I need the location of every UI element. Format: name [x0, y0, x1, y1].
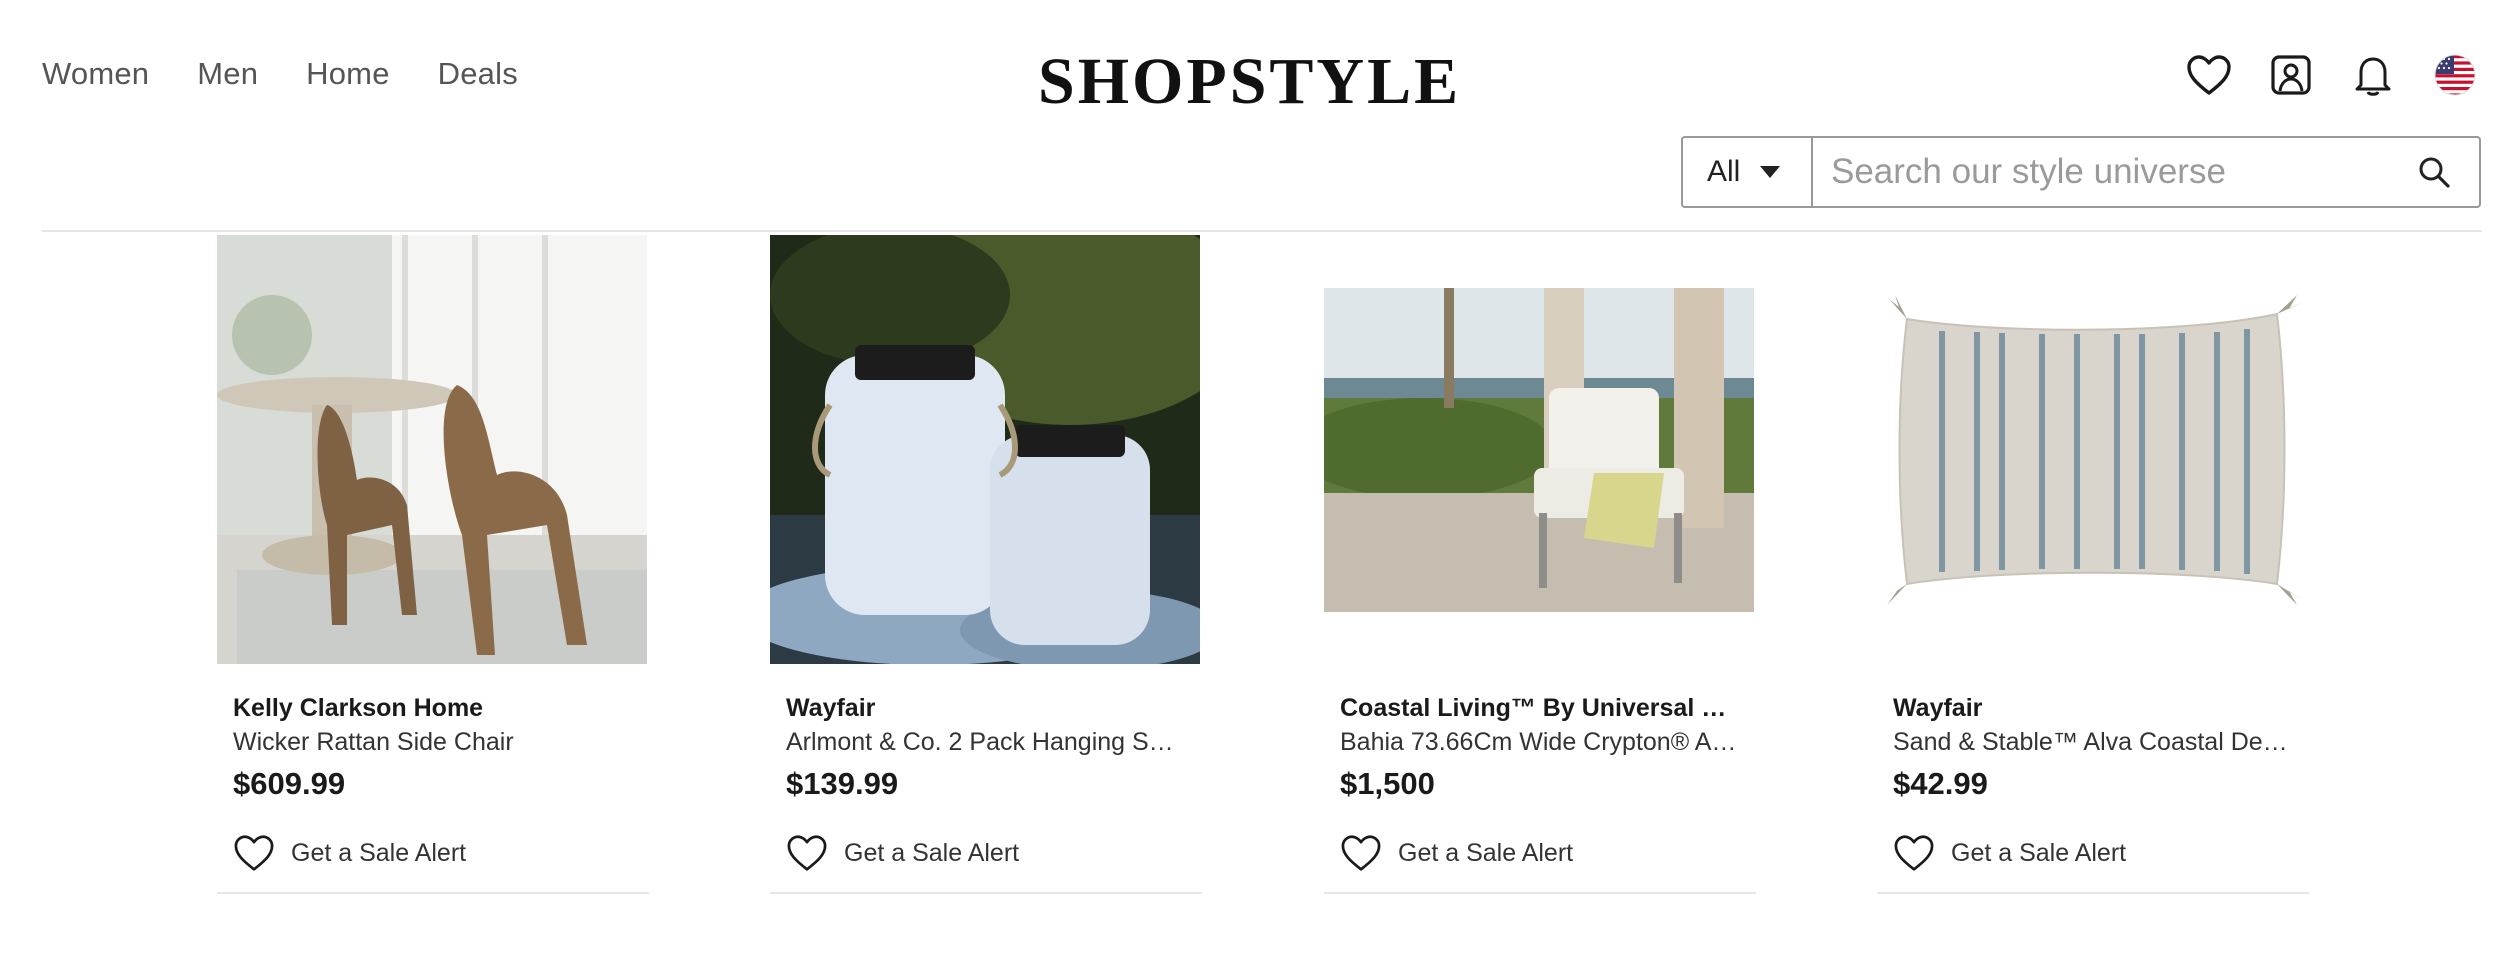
product-image[interactable] — [1877, 289, 2307, 609]
product-info: Kelly Clarkson Home Wicker Rattan Side C… — [233, 694, 633, 802]
us-flag-icon[interactable] — [2432, 52, 2478, 98]
sale-alert-label: Get a Sale Alert — [291, 838, 467, 867]
product-price: $609.99 — [233, 766, 346, 801]
site-header: Women Men Home Deals SHOPSTYLE All Searc… — [0, 0, 2518, 232]
heart-icon[interactable] — [2186, 52, 2232, 98]
heart-icon — [787, 835, 827, 871]
product-info: Wayfair Sand & Stable™ Alva Coastal Deco… — [1893, 694, 2293, 802]
heart-icon — [1894, 835, 1934, 871]
nav-home[interactable]: Home — [306, 56, 390, 92]
search-bar: All — [1681, 136, 2481, 208]
sale-alert-button[interactable]: Get a Sale Alert — [786, 834, 1019, 872]
nav-men[interactable]: Men — [197, 56, 258, 92]
product-title[interactable]: Bahia 73.66Cm Wide Crypton® Armchair — [1340, 728, 1740, 762]
nav-deals[interactable]: Deals — [438, 56, 518, 92]
product-image[interactable] — [1324, 288, 1754, 612]
product-brand: Coastal Living™ By Universal Furniture — [1340, 694, 1740, 722]
card-divider — [217, 892, 649, 894]
product-title[interactable]: Sand & Stable™ Alva Coastal Decorative P… — [1893, 728, 2293, 762]
product-price: $1,500 — [1340, 766, 1435, 801]
product-image[interactable] — [217, 235, 647, 664]
product-price: $139.99 — [786, 766, 899, 801]
search-icon — [2419, 157, 2450, 188]
sale-alert-button[interactable]: Get a Sale Alert — [1893, 834, 2126, 872]
account-icon[interactable] — [2268, 52, 2314, 98]
caret-down-icon — [1760, 166, 1781, 178]
header-divider — [42, 230, 2482, 232]
product-brand: Wayfair — [1893, 694, 1983, 722]
card-divider — [770, 892, 1202, 894]
product-image[interactable] — [770, 235, 1200, 664]
product-brand: Wayfair — [786, 694, 876, 722]
product-brand: Kelly Clarkson Home — [233, 694, 484, 722]
main-nav: Women Men Home Deals — [42, 56, 518, 92]
search-scope-label: All — [1707, 155, 1741, 188]
card-divider — [1877, 892, 2309, 894]
heart-icon — [1341, 835, 1381, 871]
bell-icon[interactable] — [2350, 52, 2396, 98]
site-logo[interactable]: SHOPSTYLE — [1038, 44, 1461, 120]
header-icons — [2186, 52, 2478, 98]
product-info: Coastal Living™ By Universal Furniture B… — [1340, 694, 1740, 802]
product-info: Wayfair Arlmont & Co. 2 Pack Hanging Sol… — [786, 694, 1186, 802]
sale-alert-label: Get a Sale Alert — [1951, 838, 2127, 867]
card-divider — [1324, 892, 1756, 894]
heart-icon — [234, 835, 274, 871]
sale-alert-button[interactable]: Get a Sale Alert — [1340, 834, 1573, 872]
sale-alert-button[interactable]: Get a Sale Alert — [233, 834, 466, 872]
search-scope-dropdown[interactable]: All — [1683, 138, 1813, 206]
product-price: $42.99 — [1893, 766, 1988, 801]
product-title[interactable]: Wicker Rattan Side Chair — [233, 728, 633, 762]
sale-alert-label: Get a Sale Alert — [1398, 838, 1574, 867]
product-title[interactable]: Arlmont & Co. 2 Pack Hanging Solar Jar L… — [786, 728, 1186, 762]
search-input[interactable] — [1813, 138, 2389, 206]
nav-women[interactable]: Women — [42, 56, 149, 92]
sale-alert-label: Get a Sale Alert — [844, 838, 1020, 867]
search-button[interactable] — [2389, 138, 2479, 206]
